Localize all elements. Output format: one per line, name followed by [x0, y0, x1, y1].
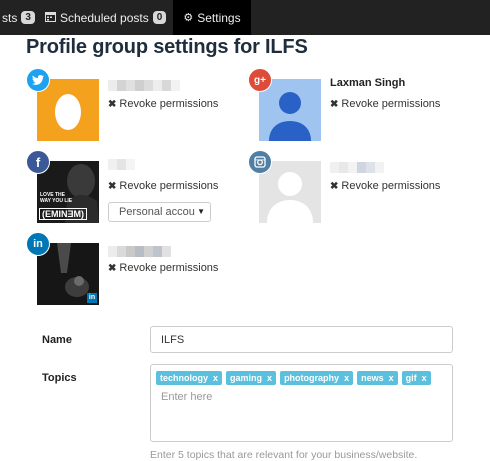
topics-help-text: Enter 5 topics that are relevant for you… [150, 449, 418, 461]
calendar-icon [45, 11, 56, 25]
account-name-redacted [108, 159, 135, 170]
revoke-permissions-linkedin[interactable]: ✖ Revoke permissions [108, 262, 218, 274]
posts-count-badge: 3 [21, 11, 35, 24]
select-value: Personal accou [119, 206, 195, 218]
linkedin-badge-icon: in [87, 293, 97, 303]
account-name-redacted [330, 162, 384, 173]
account-twitter: ✖ Revoke permissions [26, 68, 246, 148]
topic-tag-label: gaming [230, 373, 263, 383]
revoke-label: Revoke permissions [119, 262, 219, 274]
top-nav: sts 3 Scheduled posts 0 ⚙ Settings [0, 0, 490, 35]
close-icon: ✖ [330, 181, 339, 192]
tab-settings-label: Settings [197, 10, 241, 25]
facebook-account-type-select[interactable]: Personal accou ▼ [108, 202, 211, 222]
account-name-redacted [108, 80, 180, 91]
album-line-2: WAY YOU LIE [40, 198, 73, 204]
tab-posts-label: sts [2, 10, 18, 25]
remove-tag-icon[interactable]: x [422, 373, 427, 383]
topic-tag-label: news [361, 373, 384, 383]
linkedin-icon: in [26, 232, 50, 256]
topic-tag: gif x [401, 371, 431, 385]
caret-down-icon: ▼ [197, 207, 205, 216]
name-input[interactable]: ILFS [150, 326, 453, 353]
close-icon: ✖ [108, 263, 117, 274]
account-facebook: f LOVE THE WAY YOU LIE (EMINƎM) ✖ Revoke … [26, 150, 246, 230]
account-linkedin: in in ✖ Revoke permissions [26, 232, 246, 312]
google-plus-icon: g+ [248, 68, 272, 92]
topic-tag: news x [357, 371, 398, 385]
instagram-icon [248, 150, 272, 174]
twitter-icon [26, 68, 50, 92]
topic-tags: technology x gaming x photography x news x g… [156, 371, 435, 385]
gear-icon: ⚙ [183, 12, 194, 24]
topic-tag: gaming x [226, 371, 277, 385]
topic-tag-label: gif [405, 373, 417, 383]
revoke-label: Revoke permissions [341, 98, 441, 110]
topic-tag-label: technology [160, 373, 209, 383]
remove-tag-icon[interactable]: x [267, 373, 272, 383]
tab-posts[interactable]: sts 3 [0, 0, 35, 35]
album-artist-text: (EMINƎM) [39, 208, 87, 220]
remove-tag-icon[interactable]: x [344, 373, 349, 383]
topics-placeholder: Enter here [161, 391, 213, 403]
account-google-plus: g+ Laxman Singh ✖ Revoke permissions [248, 68, 468, 148]
revoke-permissions-instagram[interactable]: ✖ Revoke permissions [330, 180, 440, 192]
topics-input[interactable]: technology x gaming x photography x news x g… [150, 364, 453, 442]
topic-tag: photography x [280, 371, 354, 385]
album-cover-text: LOVE THE WAY YOU LIE [40, 192, 72, 204]
revoke-label: Revoke permissions [119, 98, 219, 110]
tab-scheduled-posts[interactable]: Scheduled posts 0 [45, 0, 167, 35]
scheduled-count-badge: 0 [152, 11, 167, 24]
tab-settings[interactable]: ⚙ Settings [173, 0, 251, 35]
revoke-label: Revoke permissions [119, 180, 219, 192]
tab-scheduled-label: Scheduled posts [60, 10, 149, 25]
remove-tag-icon[interactable]: x [389, 373, 394, 383]
close-icon: ✖ [108, 181, 117, 192]
revoke-label: Revoke permissions [341, 180, 441, 192]
close-icon: ✖ [108, 99, 117, 110]
account-name-google: Laxman Singh [330, 77, 406, 89]
facebook-icon: f [26, 150, 50, 174]
account-instagram: ✖ Revoke permissions [248, 150, 468, 230]
name-label: Name [42, 334, 72, 346]
revoke-permissions-facebook[interactable]: ✖ Revoke permissions [108, 180, 218, 192]
account-name-redacted [108, 246, 171, 257]
close-icon: ✖ [330, 99, 339, 110]
remove-tag-icon[interactable]: x [213, 373, 218, 383]
topic-tag: technology x [156, 371, 223, 385]
topic-tag-label: photography [284, 373, 340, 383]
topics-label: Topics [42, 372, 77, 384]
revoke-permissions-google-plus[interactable]: ✖ Revoke permissions [330, 98, 440, 110]
revoke-permissions-twitter[interactable]: ✖ Revoke permissions [108, 98, 218, 110]
page-title: Profile group settings for ILFS [26, 36, 308, 58]
